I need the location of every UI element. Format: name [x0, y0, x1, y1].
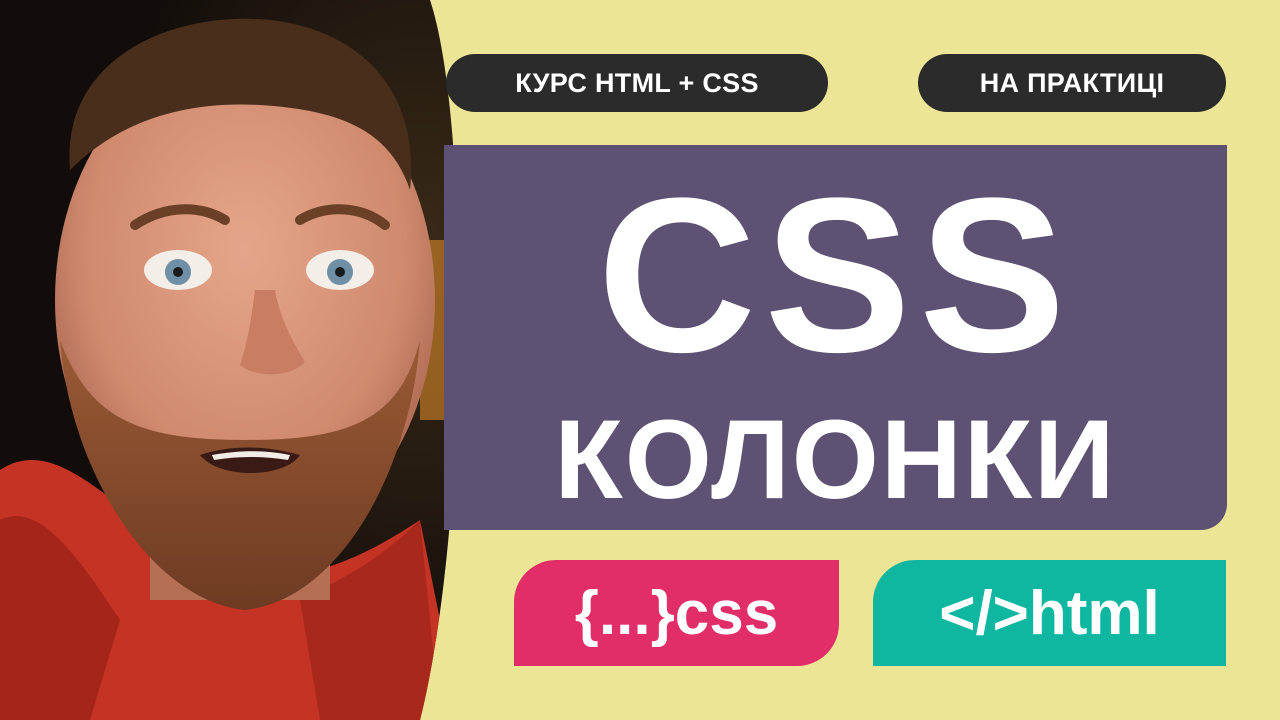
practice-badge: НА ПРАКТИЦІ	[918, 54, 1226, 112]
presenter-photo	[0, 0, 520, 720]
course-badge: КУРС HTML + CSS	[446, 54, 828, 112]
title-panel: CSS КОЛОНКИ	[444, 145, 1227, 530]
css-tag: {...}css	[514, 560, 839, 666]
html-tag: </>html	[873, 560, 1226, 666]
title-main: CSS	[597, 152, 1074, 398]
title-subtitle: КОЛОНКИ	[554, 397, 1117, 522]
